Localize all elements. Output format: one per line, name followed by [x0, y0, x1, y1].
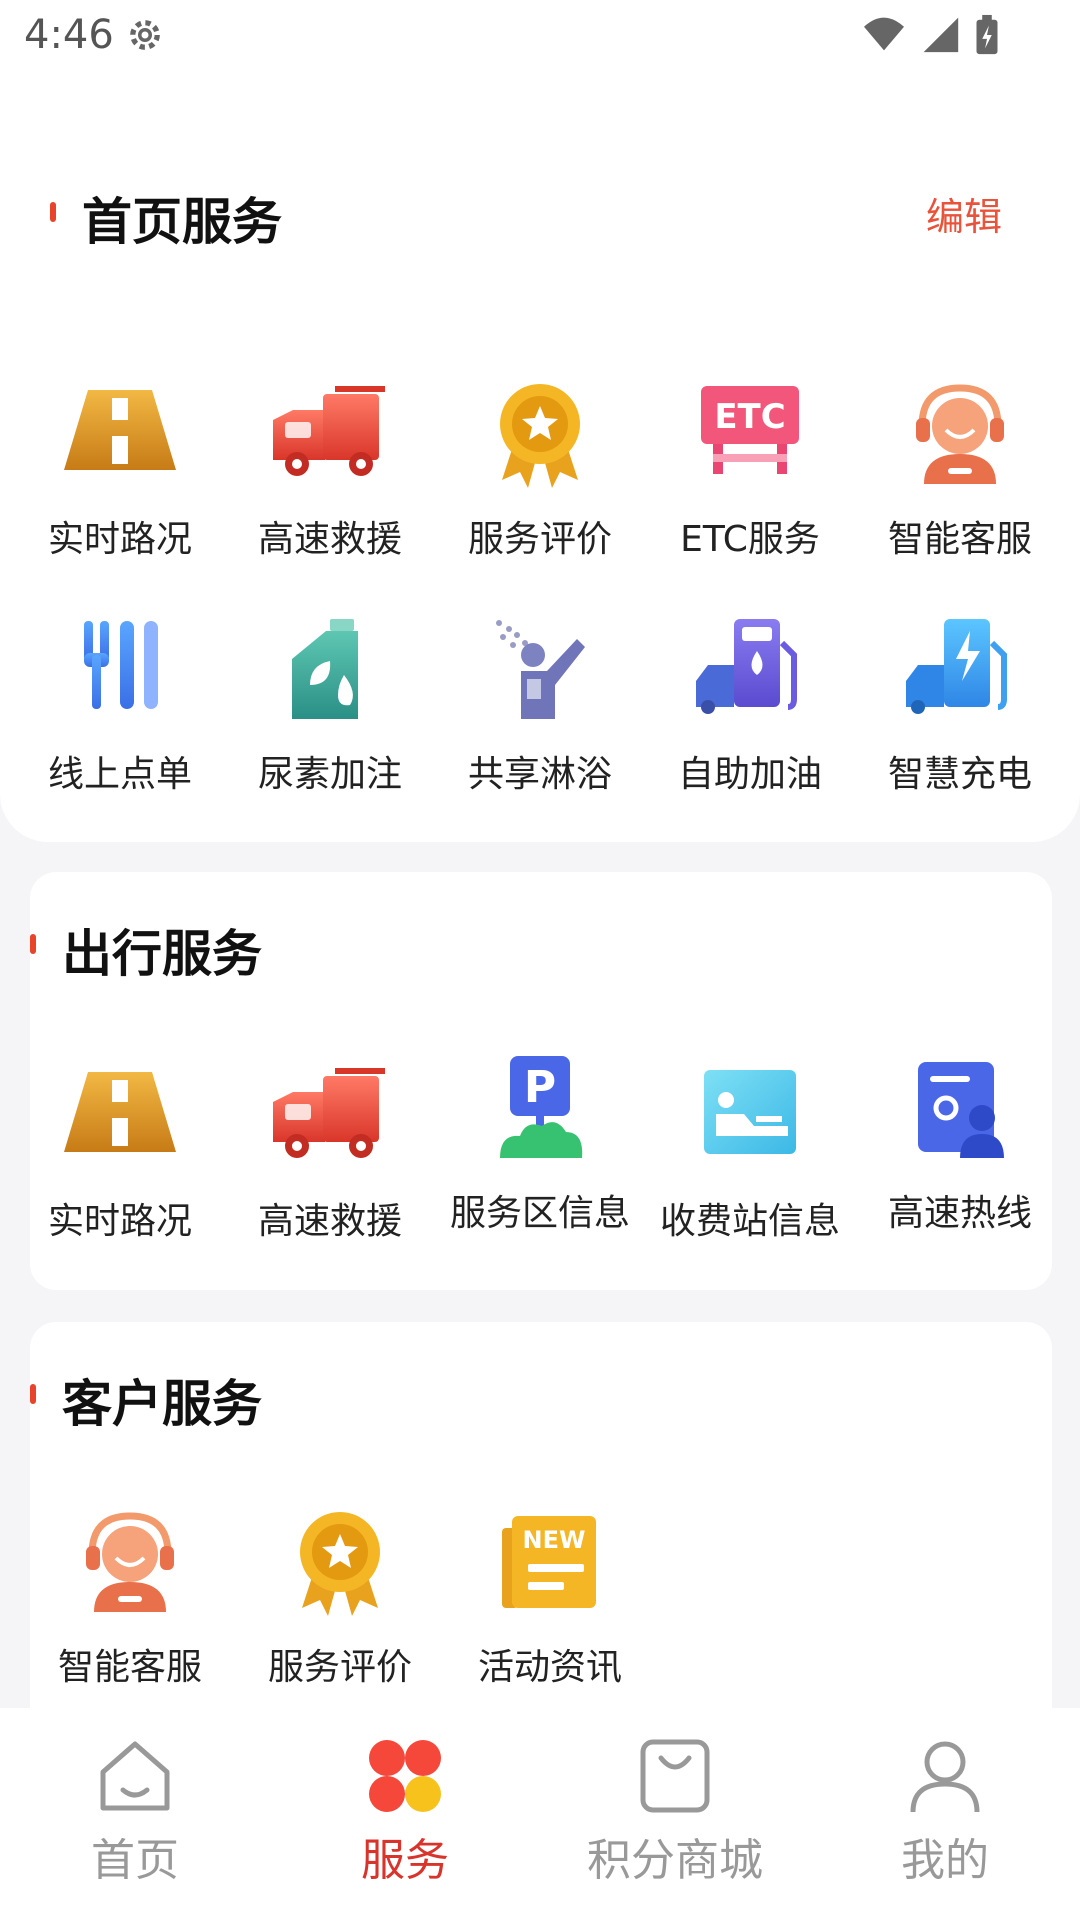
service-item-smart-customer-service[interactable]: 智能客服	[25, 1508, 235, 1688]
hotline-icon	[918, 1062, 1004, 1158]
tow-truck-icon	[273, 1068, 385, 1158]
fork-knife-icon	[84, 621, 158, 709]
edit-button[interactable]: 编辑	[926, 186, 1002, 241]
status-time: 4:46	[24, 12, 114, 58]
urea-icon	[292, 619, 358, 719]
service-item-label: 智能客服	[57, 1647, 202, 1688]
customer-services-card: 客户服务 智能客服 服务评价 NEW 活动资讯	[30, 1322, 1052, 1742]
service-item-event-news[interactable]: NEW 活动资讯	[445, 1508, 655, 1688]
service-item-label: ETC服务	[680, 519, 820, 560]
medal-icon	[500, 384, 580, 488]
service-item-label: 实时路况	[47, 1201, 192, 1242]
service-item-label: 活动资讯	[477, 1647, 622, 1688]
service-item-label: 共享淋浴	[467, 754, 612, 795]
travel-services-card: 出行服务 实时路况 高速救援 P 服务区信息 收费站信息 高速热线	[30, 872, 1052, 1290]
service-item-service-rating[interactable]: 服务评价	[235, 1508, 445, 1688]
tab-label: 我的	[901, 1835, 989, 1886]
service-item-service-area-info[interactable]: P 服务区信息	[435, 1054, 645, 1234]
section-title: 首页服务	[82, 193, 282, 251]
service-item-online-order[interactable]: 线上点单	[15, 615, 225, 795]
service-item-self-fueling[interactable]: 自助加油	[645, 615, 855, 795]
service-item-highway-rescue[interactable]: 高速救援	[225, 380, 435, 560]
settings-gear-icon	[130, 20, 160, 50]
service-item-etc[interactable]: ETC ETC服务	[645, 380, 855, 560]
service-item-label: 智慧充电	[887, 754, 1032, 795]
home-services-card: 首页服务 编辑 实时路况 高速救援 服务评价 ETC ETC服务 智能客服 线上…	[0, 70, 1080, 842]
section-title: 客户服务	[62, 1375, 262, 1433]
home-icon	[100, 1741, 170, 1811]
road-icon	[64, 1072, 176, 1152]
tab-services[interactable]: 服务	[270, 1736, 540, 1888]
customer-service-icon	[86, 1512, 174, 1612]
svg-text:NEW: NEW	[523, 1526, 586, 1554]
svg-text:P: P	[524, 1062, 556, 1113]
status-bar: 4:46	[0, 0, 1080, 70]
service-item-highway-rescue[interactable]: 高速救援	[225, 1062, 435, 1242]
service-item-smart-customer-service[interactable]: 智能客服	[855, 380, 1065, 560]
section-title: 出行服务	[62, 925, 262, 983]
tab-home[interactable]: 首页	[0, 1736, 270, 1888]
shopping-bag-icon	[640, 1739, 710, 1813]
tab-label: 首页	[91, 1835, 179, 1886]
profile-icon	[910, 1741, 980, 1813]
service-item-smart-charging[interactable]: 智慧充电	[855, 615, 1065, 795]
service-item-realtime-traffic[interactable]: 实时路况	[15, 380, 225, 560]
service-item-label: 自助加油	[677, 754, 822, 795]
service-item-label: 服务评价	[267, 1647, 412, 1688]
section-accent-bar	[30, 1384, 36, 1404]
service-item-realtime-traffic[interactable]: 实时路况	[15, 1062, 225, 1242]
customer-service-icon	[916, 384, 1004, 484]
toll-station-icon	[704, 1070, 796, 1154]
news-icon: NEW	[502, 1516, 596, 1608]
service-item-label: 实时路况	[47, 519, 192, 560]
battery-icon	[976, 14, 998, 55]
tab-label: 服务	[361, 1835, 449, 1886]
ev-charging-icon	[906, 619, 1007, 714]
wifi-icon	[864, 17, 904, 51]
section-accent-bar	[50, 202, 56, 222]
etc-icon: ETC	[701, 386, 799, 474]
medal-icon	[300, 1512, 380, 1616]
service-item-label: 线上点单	[47, 754, 192, 795]
cell-signal-icon	[923, 17, 959, 53]
bottom-tab-bar: 首页 服务 积分商城 我的	[0, 1708, 1080, 1920]
service-item-highway-hotline[interactable]: 高速热线	[855, 1054, 1065, 1234]
service-item-label: 高速救援	[257, 519, 402, 560]
fuel-icon	[696, 619, 797, 714]
parking-icon: P	[500, 1056, 583, 1158]
service-item-label: 收费站信息	[659, 1201, 840, 1242]
service-item-toll-station-info[interactable]: 收费站信息	[645, 1062, 855, 1242]
tab-label: 积分商城	[587, 1835, 763, 1886]
service-item-label: 智能客服	[887, 519, 1032, 560]
tab-profile[interactable]: 我的	[810, 1736, 1080, 1888]
service-item-label: 服务评价	[467, 519, 612, 560]
service-item-label: 服务区信息	[449, 1193, 630, 1234]
shower-icon	[496, 620, 585, 719]
tab-points-mall[interactable]: 积分商城	[540, 1736, 810, 1888]
tow-truck-icon	[273, 386, 385, 476]
service-item-shared-shower[interactable]: 共享淋浴	[435, 615, 645, 795]
service-item-label: 尿素加注	[257, 754, 402, 795]
svg-text:ETC: ETC	[714, 397, 785, 437]
section-accent-bar	[30, 934, 36, 954]
service-item-service-rating[interactable]: 服务评价	[435, 380, 645, 560]
service-item-urea-refill[interactable]: 尿素加注	[225, 615, 435, 795]
road-icon	[64, 390, 176, 470]
service-item-label: 高速热线	[887, 1193, 1032, 1234]
service-item-label: 高速救援	[257, 1201, 402, 1242]
services-icon	[369, 1740, 441, 1812]
